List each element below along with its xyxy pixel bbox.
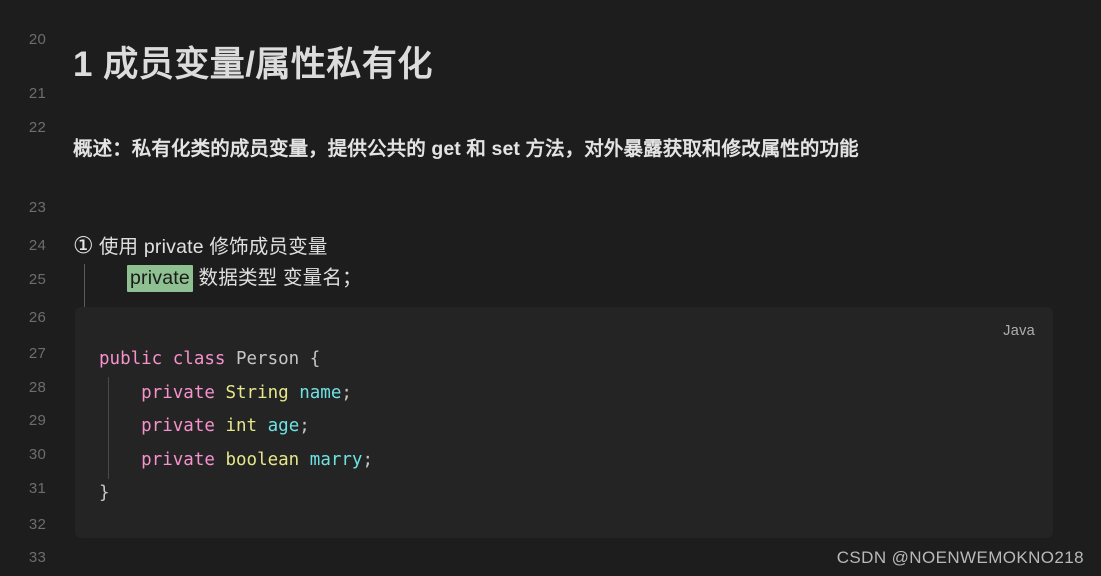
line-number: 26 xyxy=(28,309,46,326)
code-token: class xyxy=(172,349,226,369)
line-number: 23 xyxy=(28,199,46,216)
code-token: ; xyxy=(362,449,374,470)
syntax-sub-line: private 数据类型 变量名； xyxy=(127,264,362,292)
markdown-editor-preview: 20 21 22 23 24 25 26 27 28 29 30 31 32 33 1 成员变量/属性私有… xyxy=(0,0,1101,576)
line-number: 27 xyxy=(28,345,46,362)
line-number: 21 xyxy=(28,85,46,102)
code-token: public xyxy=(99,349,163,369)
code-line: } xyxy=(99,477,373,511)
code-token: String xyxy=(225,382,289,403)
line-number: 31 xyxy=(28,480,46,497)
line-number-gutter: 20 21 22 23 24 25 26 27 28 29 30 31 32 33 xyxy=(0,0,60,576)
code-token: marry xyxy=(309,449,363,470)
code-token: } xyxy=(99,483,110,503)
code-line: private String name; xyxy=(99,377,373,411)
code-token: ; xyxy=(341,382,352,403)
line-number: 32 xyxy=(28,516,46,533)
line-number: 24 xyxy=(28,237,46,254)
list-item-row: ① 使用 private 修饰成员变量 xyxy=(73,232,773,261)
line-number: 33 xyxy=(28,549,46,566)
list-item-label: 使用 private 修饰成员变量 xyxy=(98,236,328,258)
page-title: 1 成员变量/属性私有化 xyxy=(73,45,433,85)
editor-content: 1 成员变量/属性私有化 概述：私有化类的成员变量，提供公共的 get 和 se… xyxy=(70,0,1101,576)
line-number: 25 xyxy=(28,271,46,288)
indent-guide-line xyxy=(84,264,85,310)
line-number: 22 xyxy=(28,119,46,136)
code-token: ; xyxy=(299,416,310,436)
code-token: age xyxy=(267,416,300,436)
line-number: 20 xyxy=(28,31,46,48)
code-line: private boolean marry; xyxy=(99,444,373,478)
code-line: public class Person { xyxy=(99,343,373,377)
code-language-label: Java xyxy=(1003,323,1035,339)
line-number: 28 xyxy=(28,379,46,396)
circled-number-icon: ① xyxy=(73,232,94,258)
sub-line-rest: 数据类型 变量名； xyxy=(192,267,362,289)
code-token: Person { xyxy=(225,349,321,369)
line-number: 30 xyxy=(28,446,46,463)
line-number: 29 xyxy=(28,412,46,429)
code-token: int xyxy=(225,416,258,436)
watermark-text: CSDN @NOENWEMOKNO218 xyxy=(836,548,1084,567)
code-token: name xyxy=(299,382,342,403)
code-token: private xyxy=(141,382,215,403)
code-line: private int age; xyxy=(99,410,373,444)
code-token: boolean xyxy=(225,449,300,470)
code-content[interactable]: public class Person { private String nam… xyxy=(99,343,373,511)
numbered-list-item: ① 使用 private 修饰成员变量 xyxy=(73,232,773,261)
code-block: Java public class Person { private Strin… xyxy=(75,307,1053,538)
code-token: private xyxy=(141,449,215,470)
highlighted-keyword: private xyxy=(127,265,193,292)
description-paragraph: 概述：私有化类的成员变量，提供公共的 get 和 set 方法，对外暴露获取和修… xyxy=(73,137,859,160)
code-token: private xyxy=(141,416,215,436)
